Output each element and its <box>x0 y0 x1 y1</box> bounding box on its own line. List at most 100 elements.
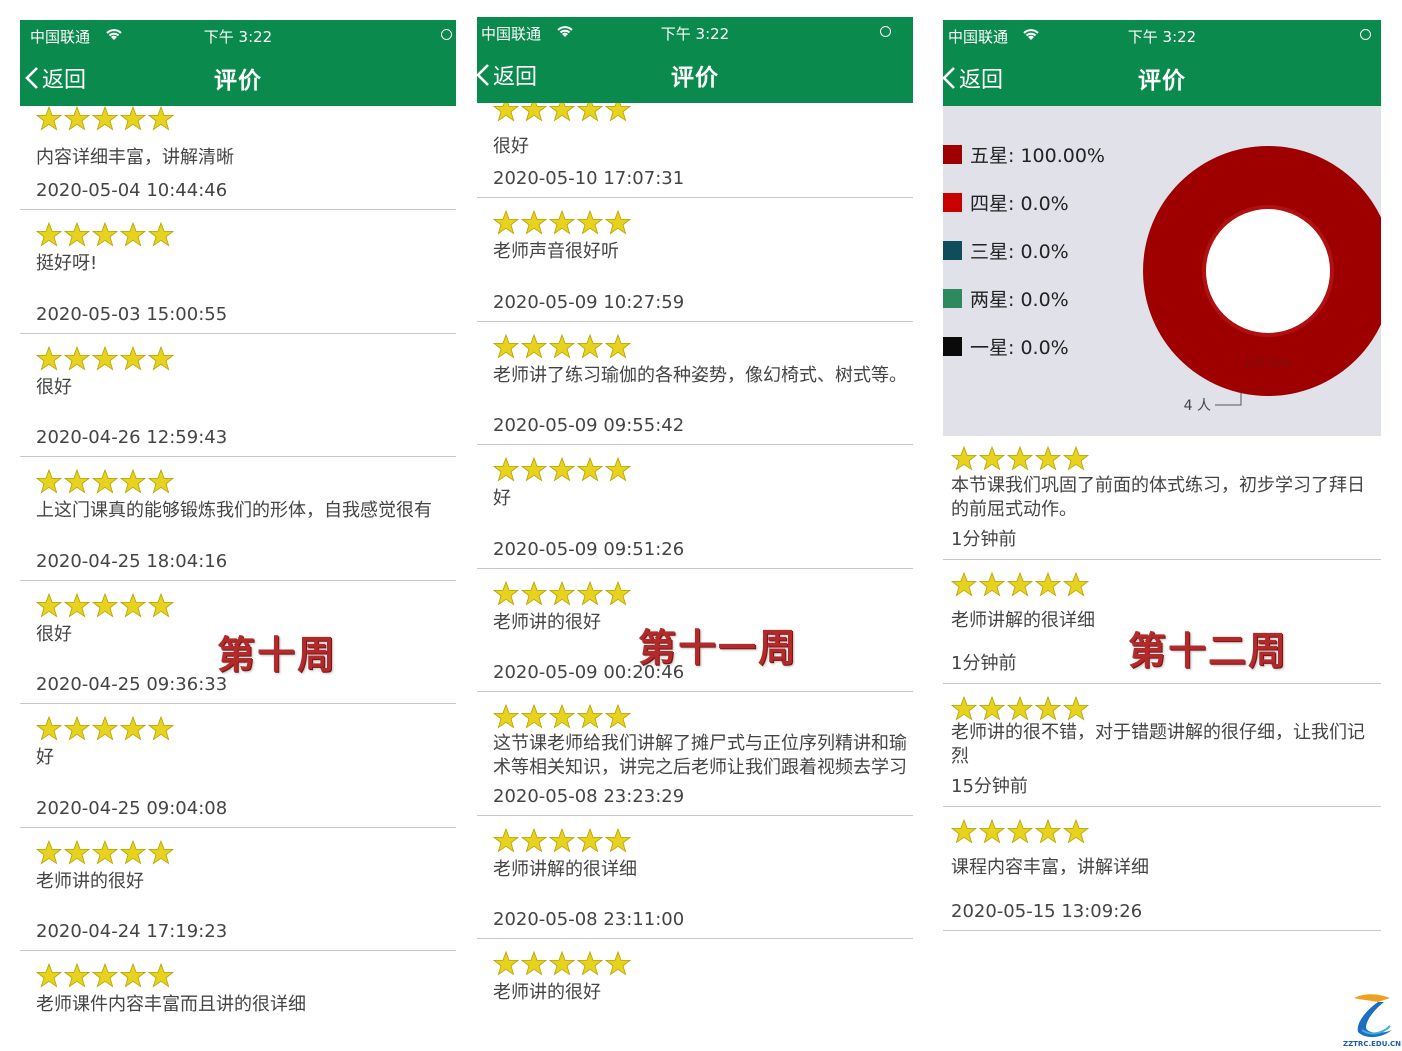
review-item: 很好 2020-04-26 12:59:43 <box>20 334 456 457</box>
screenshot-week10: 内容详细丰富，讲解清晰 2020-05-04 10:44:46 挺好呀! 202… <box>20 20 456 1030</box>
week-label: 第十二周 <box>1128 629 1289 673</box>
review-date: 2020-05-09 10:27:59 <box>493 291 685 313</box>
review-text: 好 <box>493 488 511 509</box>
review-date: 2020-05-09 09:51:26 <box>493 538 685 560</box>
star-icon <box>92 469 118 494</box>
star-icon <box>549 580 575 606</box>
star-rating <box>36 716 174 741</box>
review-list: 很好 2020-05-10 17:07:31 老师声音很好听 2020-05-0… <box>477 97 913 1027</box>
review-item: 内容详细丰富，讲解清晰 2020-05-04 10:44:46 <box>20 96 456 210</box>
star-rating <box>493 827 631 853</box>
star-icon <box>1063 819 1089 844</box>
star-icon <box>148 716 174 741</box>
review-item: 老师声音很好听 2020-05-09 10:27:59 <box>477 198 913 322</box>
review-date: 2020-05-15 13:09:26 <box>951 900 1143 922</box>
review-item: 这节课老师给我们讲解了摊尸式与正位序列精讲和瑜 术等相关知识，讲完之后老师让我们… <box>477 692 913 816</box>
star-icon <box>1035 572 1061 597</box>
review-item: 课程内容丰富，讲解详细 2020-05-15 13:09:26 <box>943 807 1381 931</box>
review-item: 老师讲解的很详细 2020-05-08 23:11:00 <box>477 816 913 939</box>
star-icon <box>951 572 977 597</box>
star-icon <box>1007 446 1033 471</box>
star-icon <box>1035 446 1061 471</box>
star-rating <box>493 210 631 235</box>
star-icon <box>979 572 1005 597</box>
app-header: 中国联通 下午 3:22 返回 评价 <box>20 20 456 106</box>
review-text: 很好 <box>36 376 72 398</box>
nav-bar: 返回 评价 <box>943 50 1381 100</box>
star-icon <box>577 457 603 482</box>
star-icon <box>979 819 1005 844</box>
star-icon <box>36 839 62 865</box>
review-text: 上这门课真的能够锻炼我们的形体，自我感觉很有 <box>36 500 432 521</box>
star-icon <box>549 827 575 853</box>
review-text: 这节课老师给我们讲解了摊尸式与正位序列精讲和瑜 术等相关知识，讲完之后老师让我们… <box>493 733 907 778</box>
review-date: 15分钟前 <box>951 776 1028 797</box>
review-text: 老师讲的很好 <box>36 870 144 892</box>
star-rating <box>36 345 174 371</box>
star-rating <box>493 457 631 482</box>
review-item: 挺好呀! 2020-05-03 15:00:55 <box>20 210 456 334</box>
review-text: 老师讲了练习瑜伽的各种姿势，像幻椅式、树式等。 <box>493 364 907 386</box>
review-text: 很好 <box>493 136 529 157</box>
star-icon <box>605 951 631 976</box>
page-title: 评价 <box>671 65 719 91</box>
star-rating <box>36 106 174 131</box>
nav-bar: 返回 评价 <box>20 50 456 100</box>
star-icon <box>36 716 62 741</box>
star-icon <box>92 963 118 988</box>
star-icon <box>549 951 575 976</box>
star-rating <box>951 695 1089 721</box>
star-icon <box>521 333 547 359</box>
logo-text: ZZTRC.EDU.CN <box>1343 1040 1402 1048</box>
review-item: 老师讲了练习瑜伽的各种姿势，像幻椅式、树式等。 2020-05-09 09:55… <box>477 322 913 445</box>
star-icon <box>521 951 547 976</box>
star-icon <box>951 695 977 721</box>
star-icon <box>92 345 118 371</box>
star-icon <box>64 963 90 988</box>
star-icon <box>605 333 631 359</box>
screenshot-week12: 五星: 100.00% 四星: 0.0% 三星: 0.0% 两星: 0.0% 一… <box>943 20 1381 1030</box>
review-item: 老师课件内容丰富而且讲的很详细 <box>20 951 456 1030</box>
review-list: 内容详细丰富，讲解清晰 2020-05-04 10:44:46 挺好呀! 202… <box>20 106 456 1030</box>
review-date: 2020-04-25 18:04:16 <box>36 550 228 572</box>
star-icon <box>120 963 146 988</box>
star-rating <box>36 469 174 494</box>
page-title: 评价 <box>214 68 262 94</box>
star-icon <box>493 333 519 359</box>
star-icon <box>64 469 90 494</box>
star-icon <box>120 345 146 371</box>
star-icon <box>549 210 575 235</box>
status-time: 下午 3:22 <box>660 25 730 43</box>
star-icon <box>493 827 519 853</box>
status-bar: 中国联通 下午 3:22 <box>477 21 913 43</box>
star-icon <box>577 704 603 729</box>
review-date: 2020-05-08 23:11:00 <box>493 909 685 930</box>
star-rating <box>36 592 174 618</box>
star-icon <box>521 457 547 482</box>
star-icon <box>64 106 90 131</box>
rotation-lock-icon <box>441 29 452 40</box>
leader-line <box>1215 393 1242 406</box>
review-date: 2020-04-25 09:04:08 <box>36 797 228 819</box>
star-icon <box>979 446 1005 471</box>
star-icon <box>92 222 118 247</box>
review-date: 2020-05-08 23:23:29 <box>493 785 685 807</box>
week-label: 第十一周 <box>638 626 799 670</box>
review-item: 老师讲的很不错，对于错题讲解的很仔细，让我们记 烈 15分钟前 <box>943 684 1381 807</box>
star-rating <box>36 222 174 247</box>
star-icon <box>1007 572 1033 597</box>
review-date: 1分钟前 <box>951 529 1017 550</box>
review-date: 2020-04-25 09:36:33 <box>36 674 228 695</box>
week-label: 第十周 <box>217 633 338 677</box>
star-icon <box>577 210 603 235</box>
star-icon <box>148 963 174 988</box>
page-title: 评价 <box>1138 68 1186 94</box>
rating-chart: 五星: 100.00% 四星: 0.0% 三星: 0.0% 两星: 0.0% 一… <box>943 106 1381 436</box>
star-icon <box>951 446 977 471</box>
review-item: 好 2020-04-25 09:04:08 <box>20 704 456 828</box>
star-icon <box>979 695 1005 721</box>
review-text: 老师讲解的很详细 <box>493 858 637 880</box>
star-rating <box>951 572 1089 597</box>
app-header: 中国联通 下午 3:22 返回 评价 <box>477 17 913 103</box>
star-icon <box>120 222 146 247</box>
